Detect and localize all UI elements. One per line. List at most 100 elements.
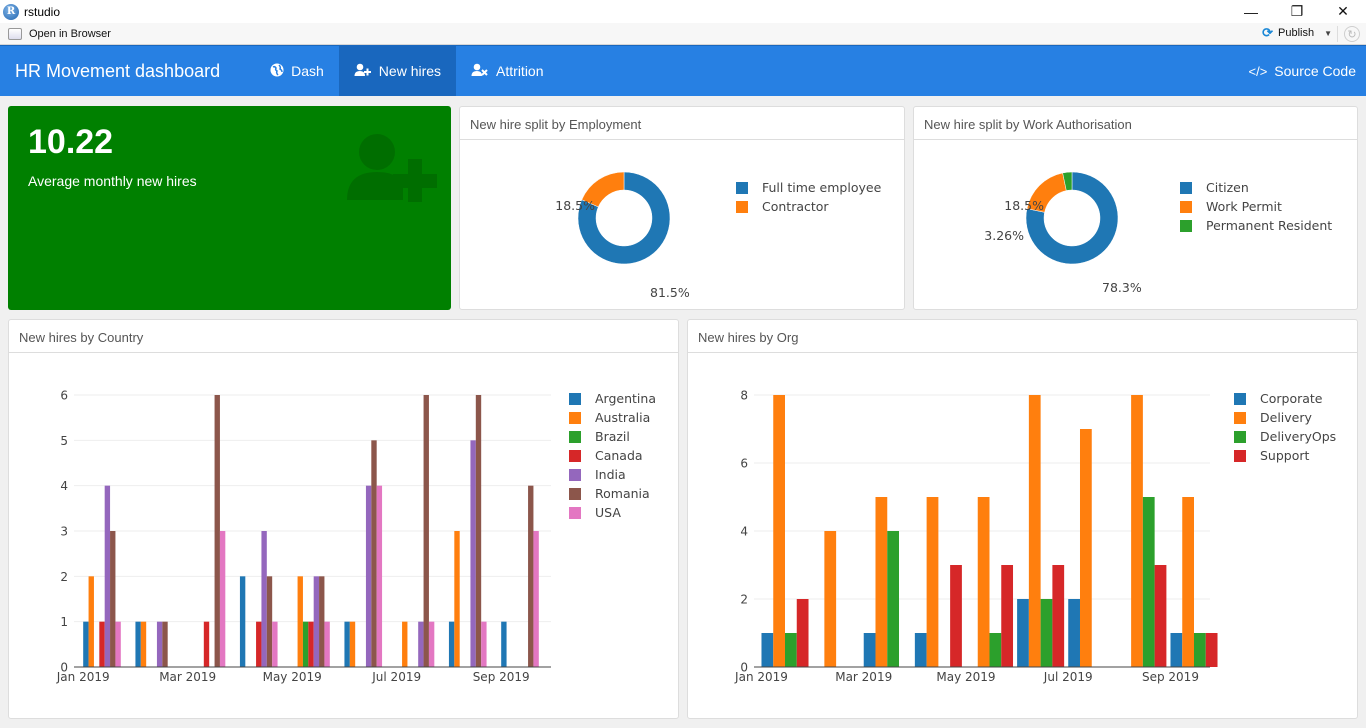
bar-australia-feb-2019[interactable] [140,621,147,667]
bar-deliveryops-jan-2019[interactable] [785,633,797,667]
bar-argentina-feb-2019[interactable] [135,621,141,667]
bar-romania-jul-2019[interactable] [423,395,429,667]
bar-argentina-aug-2019[interactable] [448,621,455,667]
bar-romania-jun-2019[interactable] [371,440,377,667]
bar-australia-jun-2019[interactable] [349,621,356,667]
legend-item-romania[interactable]: Romania [569,484,656,503]
app-brand[interactable]: HR Movement dashboard [0,46,235,96]
bar-romania-feb-2019[interactable] [162,621,168,667]
restore-icon[interactable]: ❐ [1274,0,1320,23]
bar-corporate-jun-2019[interactable] [1017,599,1029,667]
bar-india-feb-2019[interactable] [156,621,163,667]
bar-romania-sep-2019[interactable] [528,485,534,667]
bar-canada-mar-2019[interactable] [203,621,210,667]
bar-delivery-apr-2019[interactable] [926,497,939,667]
bar-corporate-mar-2019[interactable] [863,633,876,667]
bar-delivery-jan-2019[interactable] [773,395,785,667]
bar-romania-mar-2019[interactable] [214,395,220,667]
bar-usa-jun-2019[interactable] [376,485,383,667]
legend-item-corporate[interactable]: Corporate [1234,389,1336,408]
bar-corporate-jul-2019[interactable] [1068,599,1080,667]
bar-usa-mar-2019[interactable] [219,531,226,667]
bar-argentina-jan-2019[interactable] [83,621,89,667]
bar-argentina-jun-2019[interactable] [344,621,350,667]
bar-delivery-jul-2019[interactable] [1079,429,1092,667]
bar-canada-may-2019[interactable] [308,621,314,667]
bar-delivery-may-2019[interactable] [977,497,990,667]
bar-delivery-feb-2019[interactable] [824,531,837,667]
bar-australia-jul-2019[interactable] [402,621,408,667]
minimize-icon[interactable]: — [1228,0,1274,23]
bar-brazil-may-2019[interactable] [302,621,309,667]
legend-item-deliveryops[interactable]: DeliveryOps [1234,427,1336,446]
bar-usa-aug-2019[interactable] [481,621,487,667]
bar-canada-apr-2019[interactable] [256,621,262,667]
bar-corporate-apr-2019[interactable] [914,633,927,667]
bar-canada-jan-2019[interactable] [99,621,105,667]
bar-usa-jul-2019[interactable] [428,621,435,667]
bar-corporate-sep-2019[interactable] [1170,633,1183,667]
bar-usa-may-2019[interactable] [324,621,330,667]
bar-support-apr-2019[interactable] [950,565,962,667]
legend-item-india[interactable]: India [569,465,656,484]
legend-item-delivery[interactable]: Delivery [1234,408,1336,427]
legend-item-argentina[interactable]: Argentina [569,389,656,408]
bar-usa-jan-2019[interactable] [115,621,121,667]
bar-romania-may-2019[interactable] [319,576,325,667]
bar-argentina-sep-2019[interactable] [501,621,507,667]
bar-india-apr-2019[interactable] [261,531,267,667]
bar-romania-aug-2019[interactable] [475,395,482,667]
legend-item-usa[interactable]: USA [569,503,656,522]
y-tick-label: 6 [60,389,68,403]
bar-australia-aug-2019[interactable] [454,531,460,667]
open-in-browser-button[interactable]: Open in Browser [29,28,111,40]
tab-attrition[interactable]: Attrition [456,46,558,96]
bar-india-jan-2019[interactable] [104,485,111,667]
refresh-icon[interactable]: ↻ [1344,26,1360,42]
tab-dash[interactable]: Dash [255,46,339,96]
bar-delivery-sep-2019[interactable] [1182,497,1194,667]
bar-australia-may-2019[interactable] [297,576,303,667]
bar-delivery-mar-2019[interactable] [875,497,888,667]
legend-item-australia[interactable]: Australia [569,408,656,427]
legend-item-citizen[interactable]: Citizen [1180,178,1332,197]
bar-deliveryops-mar-2019[interactable] [887,531,900,667]
bar-india-may-2019[interactable] [313,576,320,667]
viewer-toolbar: Open in Browser ⟳ Publish ▼ ↻ [0,23,1366,45]
bar-romania-jan-2019[interactable] [110,531,116,667]
source-code-link[interactable]: </> Source Code [1248,46,1356,96]
bar-support-may-2019[interactable] [1001,565,1014,667]
legend-item-work-permit[interactable]: Work Permit [1180,197,1332,216]
publish-button[interactable]: ⟳ Publish ▼ [1262,25,1332,41]
bar-corporate-jan-2019[interactable] [761,633,774,667]
open-in-browser-icon[interactable] [8,27,22,40]
legend-item-permanent-resident[interactable]: Permanent Resident [1180,216,1332,235]
legend-item-brazil[interactable]: Brazil [569,427,656,446]
bar-support-aug-2019[interactable] [1154,565,1167,667]
bar-support-jan-2019[interactable] [796,599,809,667]
bar-india-aug-2019[interactable] [470,440,476,667]
bar-deliveryops-jun-2019[interactable] [1040,599,1053,667]
legend-item-contractor[interactable]: Contractor [736,197,881,216]
bar-usa-apr-2019[interactable] [272,621,278,667]
tab-new-hires[interactable]: New hires [338,46,457,96]
bar-deliveryops-sep-2019[interactable] [1194,633,1206,667]
legend-item-support[interactable]: Support [1234,446,1336,465]
bar-support-jun-2019[interactable] [1052,565,1065,667]
bar-deliveryops-aug-2019[interactable] [1142,497,1155,667]
bar-romania-apr-2019[interactable] [266,576,273,667]
bar-support-sep-2019[interactable] [1205,633,1218,667]
legend-item-full-time-employee[interactable]: Full time employee [736,178,881,197]
bar-argentina-apr-2019[interactable] [239,576,246,667]
x-tick-label: Mar 2019 [159,670,216,684]
close-icon[interactable]: ✕ [1320,0,1366,23]
bar-australia-jan-2019[interactable] [88,576,94,667]
bar-delivery-jun-2019[interactable] [1028,395,1041,667]
bar-india-jul-2019[interactable] [418,621,424,667]
bar-deliveryops-may-2019[interactable] [989,633,1002,667]
legend-item-canada[interactable]: Canada [569,446,656,465]
bar-usa-sep-2019[interactable] [533,531,539,667]
chevron-down-icon[interactable]: ▼ [1324,29,1332,38]
bar-india-jun-2019[interactable] [365,485,372,667]
bar-delivery-aug-2019[interactable] [1131,395,1143,667]
